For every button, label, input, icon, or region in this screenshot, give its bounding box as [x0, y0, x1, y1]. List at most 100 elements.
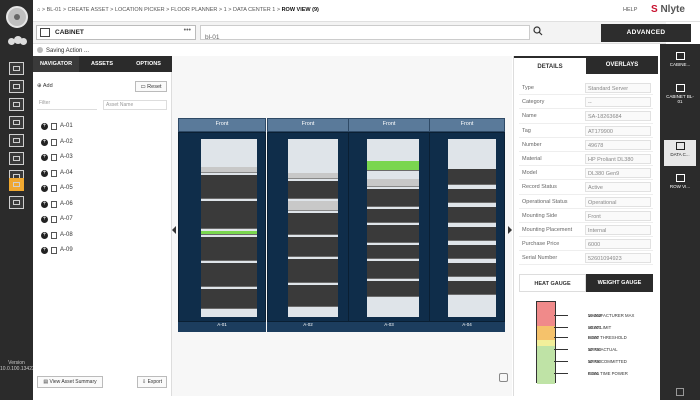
tab-navigator[interactable]: NAVIGATOR [33, 56, 79, 72]
rack-unit[interactable] [288, 259, 338, 283]
asset-type-select[interactable]: CABINET ••• [36, 25, 196, 40]
property-value[interactable]: 6000 [585, 239, 651, 250]
filter-input[interactable]: Filter [37, 100, 97, 110]
tab-overlays[interactable]: OVERLAYS [586, 56, 658, 74]
rack-unit[interactable] [367, 245, 419, 259]
property-value[interactable]: Internal [585, 224, 651, 235]
rack-unit[interactable] [367, 209, 419, 223]
list-item[interactable]: + A-05 [41, 184, 161, 200]
rack-unit[interactable] [448, 245, 496, 259]
rack-unit[interactable] [201, 167, 257, 173]
rack-unit[interactable] [201, 201, 257, 229]
asset-search-input[interactable] [201, 31, 529, 44]
rack-unit[interactable] [201, 263, 257, 287]
rack-unit-selected[interactable] [201, 231, 257, 235]
breadcrumb-item[interactable]: BL-01 [47, 7, 62, 13]
rack-cabinet[interactable]: Front A-02 [267, 118, 349, 332]
home-icon[interactable] [9, 62, 24, 75]
property-value[interactable]: -- [585, 97, 651, 108]
expand-icon[interactable]: + [41, 216, 48, 223]
expand-icon[interactable]: + [41, 154, 48, 161]
property-value[interactable]: AT179900 [585, 125, 651, 136]
rack-unit[interactable] [288, 201, 338, 211]
list-item[interactable]: + A-01 [41, 122, 161, 138]
rack-unit[interactable] [288, 285, 338, 307]
asset-search-field[interactable] [200, 25, 530, 44]
rack-cabinet[interactable]: Front A-01 [178, 118, 266, 332]
list-item[interactable]: + A-03 [41, 153, 161, 169]
search-icon[interactable] [533, 26, 543, 36]
rail-item-cabinet[interactable]: CABINE... [664, 50, 696, 76]
view-asset-summary-button[interactable]: ▤ View Asset Summary [37, 376, 103, 388]
image-icon[interactable] [9, 152, 24, 165]
rack-cabinet[interactable]: Front A-03 [348, 118, 430, 332]
expand-icon[interactable]: + [41, 231, 48, 239]
list-item[interactable]: + A-06 [41, 200, 161, 216]
expand-icon[interactable]: + [41, 169, 48, 177]
breadcrumb-item[interactable]: DATA CENTER 1 [233, 7, 275, 13]
export-button[interactable]: ⇩ Export [137, 376, 167, 388]
rack-unit[interactable] [288, 173, 338, 179]
tab-assets[interactable]: ASSETS [79, 56, 125, 72]
tab-heat-gauge[interactable]: HEAT GAUGE [519, 274, 586, 292]
list-item[interactable]: + A-02 [41, 138, 161, 154]
rack-unit-selected[interactable] [367, 161, 419, 171]
help-link[interactable]: HELP [623, 7, 637, 13]
pan-right-icon[interactable] [508, 226, 512, 234]
rack-unit[interactable] [288, 181, 338, 199]
rack-3d-view[interactable]: Front A-01 Front A-02 Front A-03 Front A… [172, 56, 512, 396]
dashboard-icon[interactable] [9, 80, 24, 93]
users-icon[interactable] [8, 36, 27, 50]
property-value[interactable]: DL380 Gen9 [585, 168, 651, 179]
rack-unit[interactable] [448, 281, 496, 295]
reset-button[interactable]: ▭ Reset [135, 81, 167, 92]
rack-unit[interactable] [367, 225, 419, 243]
tab-details[interactable]: DETAILS [514, 56, 586, 74]
property-value[interactable]: SA-18263684 [585, 111, 651, 122]
tab-weight-gauge[interactable]: WEIGHT GAUGE [586, 274, 653, 292]
breadcrumb-item[interactable]: 1 [224, 7, 227, 13]
expand-icon[interactable]: + [41, 247, 48, 254]
property-value[interactable]: Front [585, 210, 651, 221]
list-item[interactable]: + A-08 [41, 231, 161, 247]
home-crumb-icon[interactable]: ⌂ [37, 7, 40, 13]
property-value[interactable]: 49678 [585, 139, 651, 150]
rack-unit[interactable] [448, 169, 496, 185]
expand-icon[interactable]: + [41, 200, 48, 208]
rack-unit[interactable] [367, 261, 419, 279]
rack-unit[interactable] [201, 175, 257, 199]
rack-unit[interactable] [448, 227, 496, 241]
floorplan-icon[interactable] [9, 134, 24, 147]
settings-icon[interactable] [9, 196, 24, 209]
chart-icon[interactable] [9, 98, 24, 111]
expand-icon[interactable]: + [41, 185, 48, 192]
rack-icon[interactable] [9, 178, 24, 191]
advanced-button[interactable]: ADVANCED [601, 24, 691, 42]
property-value[interactable]: 52601094923 [585, 253, 651, 264]
list-item[interactable]: + A-09 [41, 246, 161, 262]
property-value[interactable]: Operational [585, 196, 651, 207]
rack-unit[interactable] [448, 189, 496, 203]
rack-unit[interactable] [288, 237, 338, 257]
rack-unit[interactable] [288, 213, 338, 235]
app-logo-icon[interactable] [6, 6, 28, 28]
property-value[interactable]: Standard Server [585, 83, 651, 93]
list-item[interactable]: + A-07 [41, 215, 161, 231]
rack-unit[interactable] [448, 263, 496, 277]
property-value[interactable]: HP Proliant DL380 [585, 153, 651, 164]
scroll-down-icon[interactable] [676, 388, 684, 396]
breadcrumb-item[interactable]: CREATE ASSET [68, 7, 109, 13]
rack-cabinet[interactable]: Front A-04 [429, 118, 505, 332]
rack-unit[interactable] [201, 289, 257, 309]
rail-item-data-center[interactable]: DATA C... [664, 140, 696, 166]
rack-unit[interactable] [448, 207, 496, 223]
pan-left-icon[interactable] [172, 226, 176, 234]
rail-item-row-view[interactable]: ROW VI... [664, 172, 696, 198]
asset-name-input[interactable]: Asset Name [103, 100, 167, 110]
reset-view-icon[interactable] [499, 373, 508, 382]
expand-icon[interactable]: + [41, 123, 48, 130]
breadcrumb-item[interactable]: LOCATION PICKER [115, 7, 165, 13]
breadcrumb-item[interactable]: FLOOR PLANNER [171, 7, 217, 13]
rack-unit[interactable] [367, 189, 419, 207]
tab-options[interactable]: OPTIONS [125, 56, 172, 72]
